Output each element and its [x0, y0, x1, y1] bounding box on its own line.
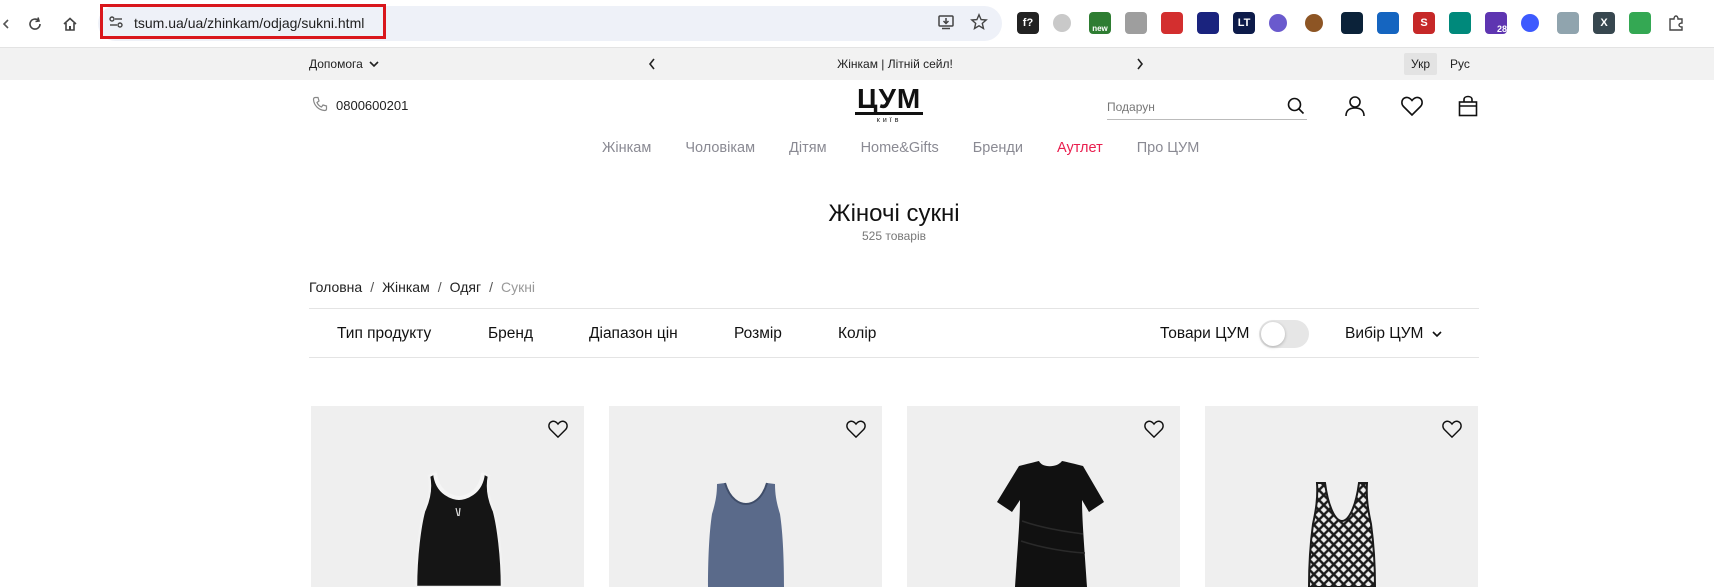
breadcrumb-current: Сукні [500, 279, 536, 295]
nav-item-women[interactable]: Жінкам [602, 140, 651, 156]
nav-item-about[interactable]: Про ЦУМ [1137, 140, 1200, 156]
tsum-goods-label: Товари ЦУМ [1160, 325, 1250, 342]
breadcrumb-separator: / [370, 279, 375, 295]
help-label: Допомога [309, 57, 363, 71]
promo-text[interactable]: Жінкам | Літній сейл! [820, 57, 970, 71]
sort-label: Вибір ЦУМ [1345, 325, 1424, 342]
shield-icon[interactable] [1557, 12, 1579, 34]
product-card[interactable] [311, 406, 584, 587]
black-tshirt-dress-image [997, 461, 1104, 587]
search-icon[interactable] [1287, 97, 1305, 120]
blue-tank-dress-image [708, 482, 784, 587]
promo-prev-icon[interactable] [648, 57, 656, 75]
language-ukr[interactable]: Укр [1404, 53, 1438, 75]
phone-icon [312, 96, 328, 115]
account-icon[interactable] [1343, 94, 1367, 118]
wishlist-icon[interactable] [1400, 94, 1424, 118]
toggle-knob [1261, 322, 1285, 346]
new-badge-icon[interactable]: new [1089, 12, 1111, 34]
nav-item-brands[interactable]: Бренди [973, 140, 1023, 156]
logo-main: ЦУМ [855, 83, 924, 115]
google-icon[interactable] [1629, 12, 1651, 34]
filter-product-type[interactable]: Тип продукту [337, 325, 431, 343]
grey-circle-icon[interactable] [1053, 14, 1071, 32]
info-circle-icon[interactable] [1377, 12, 1399, 34]
breadcrumb: Головна / Жінкам / Одяг / Сукні [309, 279, 535, 295]
puzzle-icon[interactable] [1665, 12, 1687, 34]
browser-toolbar: tsum.ua/ua/zhinkam/odjag/sukni.html f? ne… [0, 0, 1714, 48]
breadcrumb-separator: / [437, 279, 442, 295]
logo-sub: київ [876, 117, 902, 124]
promo-next-icon[interactable] [1136, 57, 1144, 75]
scan-icon[interactable] [1449, 12, 1471, 34]
product-card[interactable] [907, 406, 1180, 587]
breadcrumb-separator: / [489, 279, 493, 295]
reload-icon[interactable] [21, 10, 49, 38]
cart-bag-icon[interactable] [1456, 94, 1480, 118]
url-highlight-box [100, 4, 386, 39]
blue-dot-icon[interactable] [1521, 14, 1539, 32]
page-title: Жіночі сукні [828, 200, 960, 227]
sort-dropdown[interactable]: Вибір ЦУМ [1345, 325, 1443, 343]
tsum-logo[interactable]: ЦУМ київ [855, 83, 924, 124]
x-icon[interactable]: X [1593, 12, 1615, 34]
nav-item-men[interactable]: Чоловікам [685, 140, 755, 156]
home-icon[interactable] [56, 10, 84, 38]
product-count: 525 товарів [861, 229, 927, 243]
help-dropdown[interactable]: Допомога [309, 57, 379, 71]
s-icon[interactable]: S [1413, 12, 1435, 34]
nav-item-outlet[interactable]: Аутлет [1057, 140, 1103, 156]
lt-icon[interactable]: LT [1233, 12, 1255, 34]
breadcrumb-women[interactable]: Жінкам [382, 279, 430, 295]
language-rus[interactable]: Рус [1443, 53, 1477, 75]
filter-price-range[interactable]: Діапазон цін [589, 325, 678, 343]
camera-icon[interactable] [1125, 12, 1147, 34]
tsum-goods-toggle[interactable] [1259, 320, 1309, 348]
product-card[interactable] [1205, 406, 1478, 587]
black-mesh-dress-image [1307, 482, 1377, 587]
nav-item-kids[interactable]: Дітям [789, 140, 827, 156]
gear-circle-icon[interactable] [1269, 14, 1287, 32]
product-card[interactable] [609, 406, 882, 587]
search-box [1107, 96, 1307, 120]
cookie-icon[interactable] [1305, 14, 1323, 32]
phone-number: 0800600201 [336, 98, 409, 113]
phone-link[interactable]: 0800600201 [312, 96, 408, 115]
breadcrumb-home[interactable]: Головна [309, 279, 362, 295]
back-icon[interactable] [0, 10, 20, 38]
checkbox-icon[interactable] [1161, 12, 1183, 34]
filter-brand[interactable]: Бренд [488, 325, 533, 343]
grad-cap-icon[interactable]: 28 [1485, 12, 1507, 34]
hexagon-icon[interactable] [1341, 12, 1363, 34]
breadcrumb-clothing[interactable]: Одяг [450, 279, 481, 295]
filter-size[interactable]: Розмір [734, 325, 782, 343]
install-app-icon[interactable] [937, 13, 955, 36]
filter-color[interactable]: Колір [838, 325, 876, 343]
promo-bar: Допомога Жінкам | Літній сейл! Укр Рус [0, 48, 1714, 80]
search-input[interactable] [1107, 96, 1277, 118]
chevron-down-icon [369, 57, 379, 71]
chevron-down-icon [1432, 325, 1443, 343]
compass-icon[interactable] [1197, 12, 1219, 34]
bookmark-star-icon[interactable] [970, 13, 988, 36]
fx-icon[interactable]: f? [1017, 12, 1039, 34]
filter-bar: Тип продукту Бренд Діапазон цін Розмір К… [309, 308, 1479, 358]
nav-item-home-gifts[interactable]: Home&Gifts [861, 140, 939, 156]
black-halter-dress-image [414, 471, 504, 587]
